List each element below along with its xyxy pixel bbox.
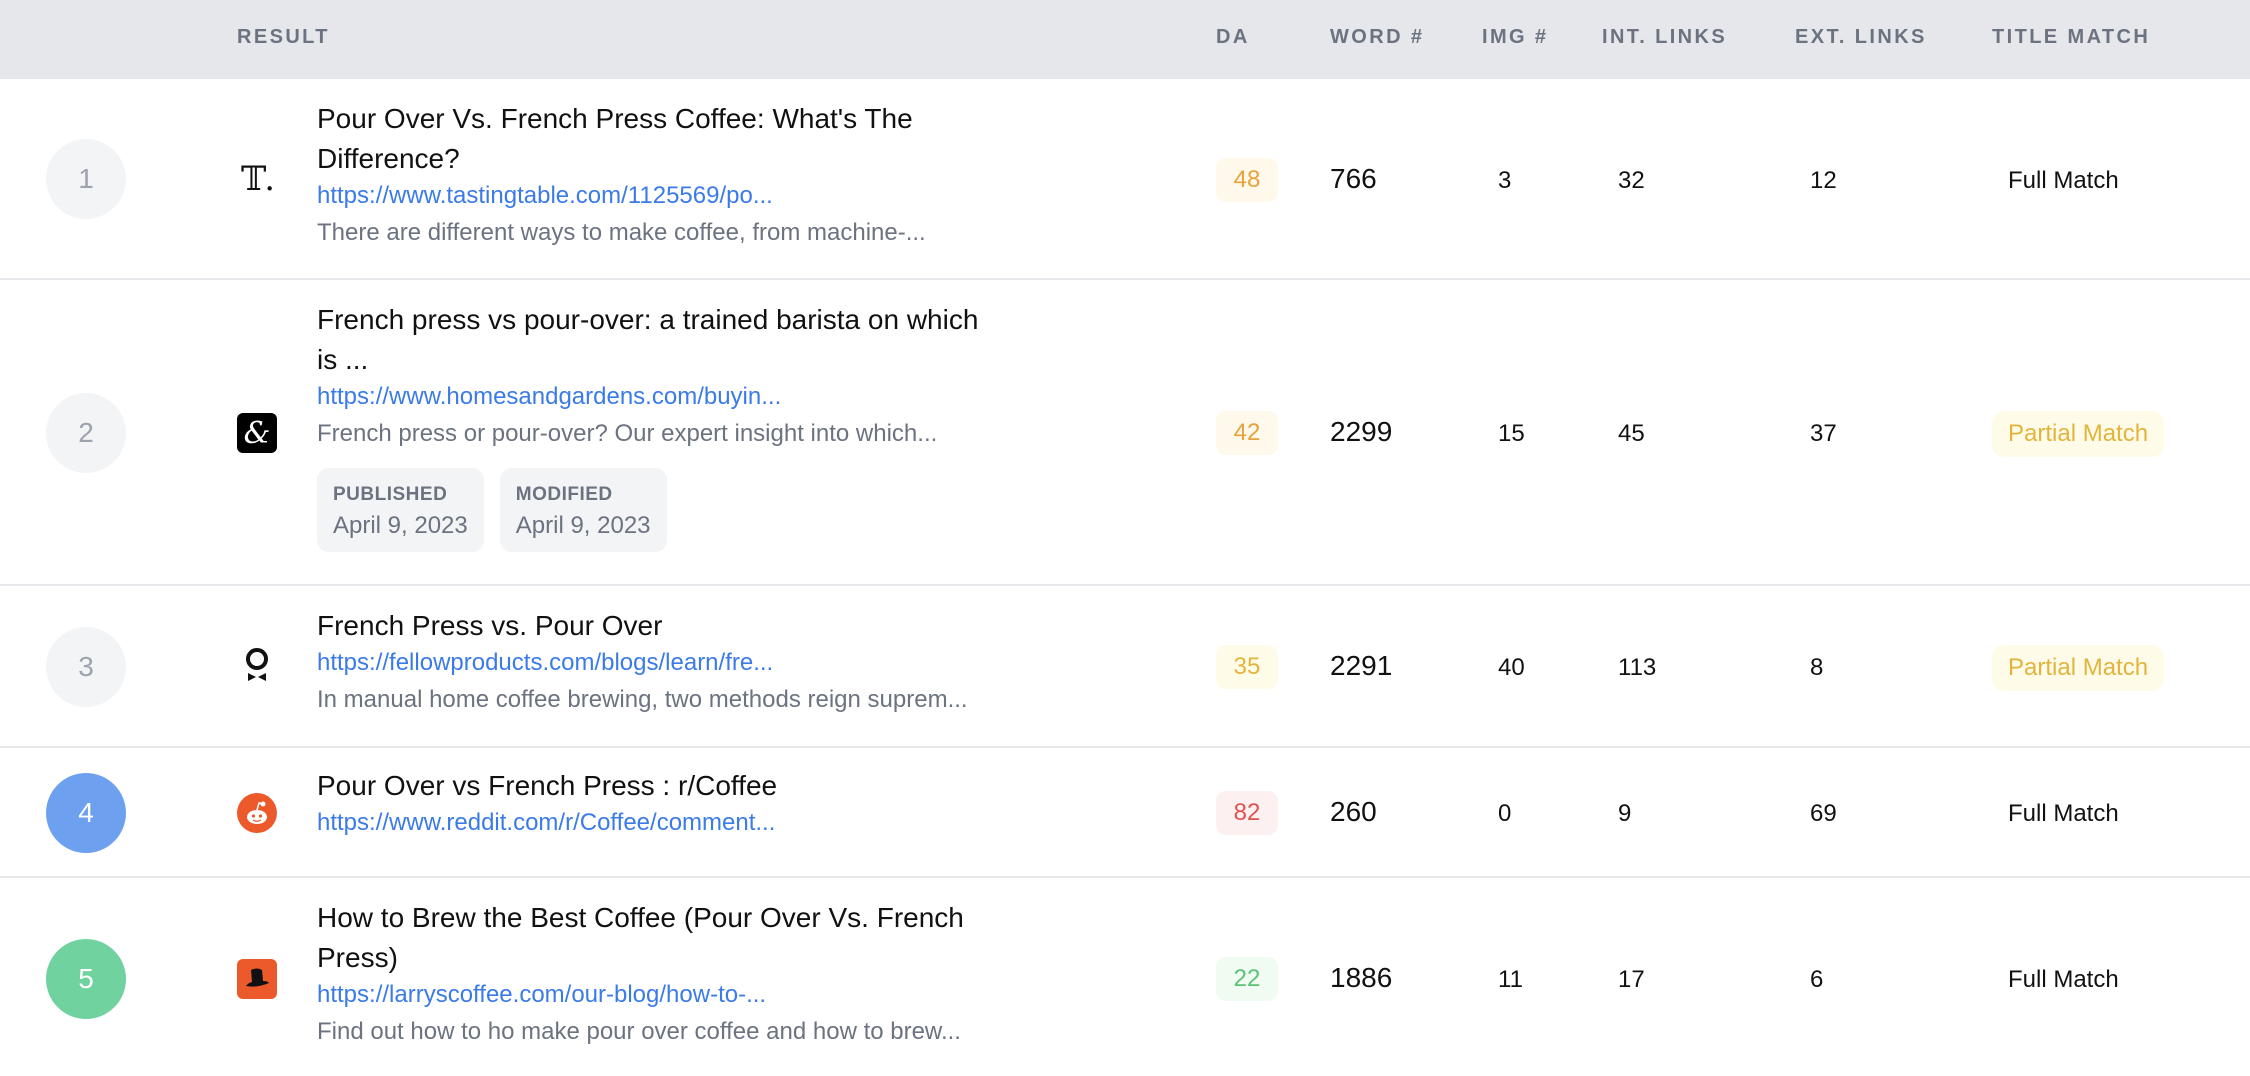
modified-date-box: MODIFIED April 9, 2023 <box>499 468 667 552</box>
column-header-result[interactable]: RESULT <box>237 26 330 49</box>
column-header-image-count[interactable]: IMG # <box>1482 26 1548 49</box>
da-badge: 82 <box>1216 791 1278 835</box>
published-date-box: PUBLISHED April 9, 2023 <box>317 468 484 552</box>
result-url[interactable]: https://www.homesandgardens.com/buyin... <box>317 380 1017 414</box>
title-match-badge: Full Match <box>2008 167 2119 194</box>
word-count: 1886 <box>1330 962 1393 993</box>
table-row: 5 How to Brew the Best Coffee (Pour Over… <box>0 878 2250 1076</box>
image-count: 15 <box>1498 420 1525 447</box>
reddit-icon <box>237 793 277 833</box>
image-count: 40 <box>1498 654 1525 681</box>
column-header-external-links[interactable]: EXT. LINKS <box>1795 26 1927 49</box>
published-date: April 9, 2023 <box>333 512 468 539</box>
external-links-count: 12 <box>1810 167 1837 194</box>
external-links-count: 6 <box>1810 966 1824 993</box>
result-description: In manual home coffee brewing, two metho… <box>317 686 968 713</box>
result-title[interactable]: Pour Over vs French Press : r/Coffee <box>317 766 1017 806</box>
modified-label: MODIFIED <box>515 484 613 505</box>
rank-badge: 5 <box>46 939 126 1019</box>
table-row: 1 𝕋. Pour Over Vs. French Press Coffee: … <box>0 79 2250 280</box>
word-count: 766 <box>1330 163 1377 194</box>
result-url[interactable]: https://larryscoffee.com/our-blog/how-to… <box>317 978 1017 1012</box>
external-links-count: 8 <box>1810 654 1824 681</box>
title-match-badge: Full Match <box>2008 800 2119 827</box>
rank-badge: 3 <box>46 627 126 707</box>
published-label: PUBLISHED <box>333 484 448 505</box>
external-links-count: 69 <box>1810 800 1837 827</box>
result-title[interactable]: French press vs pour-over: a trained bar… <box>317 300 1017 380</box>
title-match-badge: Partial Match <box>1992 645 2165 691</box>
table-row: 2 & French press vs pour-over: a trained… <box>0 280 2250 586</box>
title-match-badge: Full Match <box>2008 966 2119 993</box>
word-count: 2299 <box>1330 416 1393 447</box>
result-url[interactable]: https://www.tastingtable.com/1125569/po.… <box>317 179 1017 213</box>
title-match-badge: Partial Match <box>1992 411 2165 457</box>
internal-links-count: 17 <box>1618 966 1645 993</box>
da-badge: 48 <box>1216 158 1278 202</box>
tastingtable-icon: 𝕋. <box>240 159 275 199</box>
image-count: 3 <box>1498 167 1512 194</box>
result-title[interactable]: Pour Over Vs. French Press Coffee: What'… <box>317 99 1017 179</box>
result-title[interactable]: How to Brew the Best Coffee (Pour Over V… <box>317 898 1017 978</box>
result-description: There are different ways to make coffee,… <box>317 219 926 246</box>
internal-links-count: 113 <box>1618 654 1657 681</box>
larryscoffee-icon <box>237 959 277 999</box>
column-header-title-match[interactable]: TITLE MATCH <box>1992 26 2150 49</box>
fellow-icon <box>237 647 277 687</box>
column-header-da[interactable]: DA <box>1216 26 1250 49</box>
table-header: RESULT DA WORD # IMG # INT. LINKS EXT. L… <box>0 0 2250 79</box>
external-links-count: 37 <box>1810 420 1837 447</box>
modified-date: April 9, 2023 <box>515 512 651 539</box>
word-count: 2291 <box>1330 650 1393 681</box>
column-header-internal-links[interactable]: INT. LINKS <box>1602 26 1727 49</box>
result-url[interactable]: https://www.reddit.com/r/Coffee/comment.… <box>317 806 1017 840</box>
table-row: 4 Pour Over vs French Press : r/Coffee h… <box>0 748 2250 878</box>
rank-badge: 1 <box>46 139 126 219</box>
da-badge: 35 <box>1216 645 1278 689</box>
date-info: PUBLISHED April 9, 2023 MODIFIED April 9… <box>317 468 1017 552</box>
result-description: French press or pour-over? Our expert in… <box>317 420 938 447</box>
rank-badge: 2 <box>46 393 126 473</box>
image-count: 11 <box>1498 966 1523 993</box>
image-count: 0 <box>1498 800 1512 827</box>
da-badge: 22 <box>1216 957 1278 1001</box>
table-row: 3 French Press vs. Pour Over https://fel… <box>0 586 2250 748</box>
result-url[interactable]: https://fellowproducts.com/blogs/learn/f… <box>317 646 1017 680</box>
da-badge: 42 <box>1216 411 1278 455</box>
internal-links-count: 45 <box>1618 420 1645 447</box>
word-count: 260 <box>1330 796 1377 827</box>
internal-links-count: 9 <box>1618 800 1632 827</box>
homesandgardens-icon: & <box>237 413 277 453</box>
column-header-word-count[interactable]: WORD # <box>1330 26 1424 49</box>
internal-links-count: 32 <box>1618 167 1645 194</box>
rank-badge: 4 <box>46 773 126 853</box>
result-description: Find out how to ho make pour over coffee… <box>317 1018 961 1045</box>
result-title[interactable]: French Press vs. Pour Over <box>317 606 1017 646</box>
